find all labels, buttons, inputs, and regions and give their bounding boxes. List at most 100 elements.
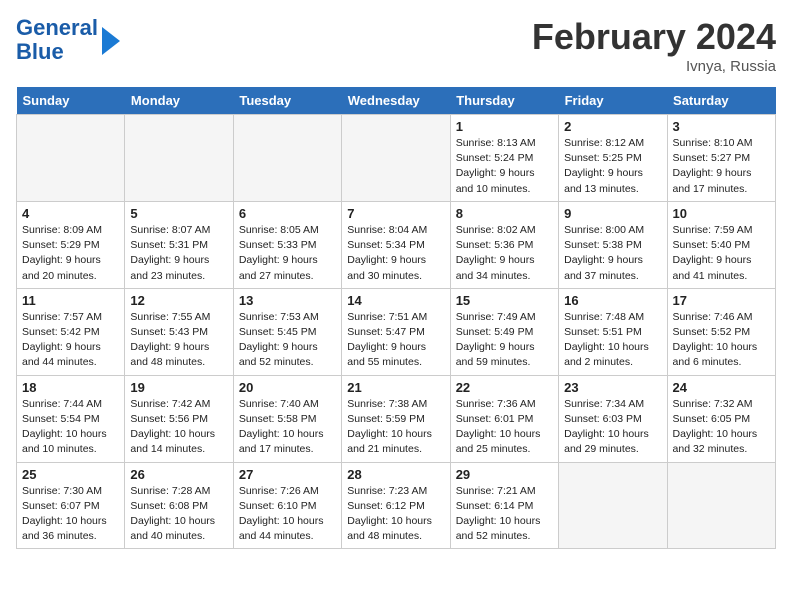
day-info: Sunrise: 7:51 AM Sunset: 5:47 PM Dayligh… <box>347 310 444 371</box>
day-info: Sunrise: 7:32 AM Sunset: 6:05 PM Dayligh… <box>673 397 770 458</box>
day-info: Sunrise: 7:26 AM Sunset: 6:10 PM Dayligh… <box>239 484 336 545</box>
calendar-cell: 5Sunrise: 8:07 AM Sunset: 5:31 PM Daylig… <box>125 201 233 288</box>
calendar-body: 1 Sunrise: 8:13 AM Sunset: 5:24 PM Daylig… <box>17 115 776 549</box>
calendar-cell <box>17 115 125 202</box>
calendar-cell: 20 Sunrise: 7:40 AM Sunset: 5:58 PM Dayli… <box>233 375 341 462</box>
calendar-cell: 9 Sunrise: 8:00 AM Sunset: 5:38 PM Daylig… <box>559 201 667 288</box>
day-info: Sunrise: 7:44 AM Sunset: 5:54 PM Dayligh… <box>22 397 119 458</box>
week-row: 11 Sunrise: 7:57 AM Sunset: 5:42 PM Dayli… <box>17 288 776 375</box>
calendar-cell: 13 Sunrise: 7:53 AM Sunset: 5:45 PM Dayli… <box>233 288 341 375</box>
day-info: Sunrise: 7:46 AM Sunset: 5:52 PM Dayligh… <box>673 310 770 371</box>
day-info: Sunrise: 8:05 AM Sunset: 5:33 PM Dayligh… <box>239 223 336 284</box>
calendar-table: SundayMondayTuesdayWednesdayThursdayFrid… <box>16 87 776 549</box>
week-row: 18 Sunrise: 7:44 AM Sunset: 5:54 PM Dayli… <box>17 375 776 462</box>
day-info: Sunrise: 7:34 AM Sunset: 6:03 PM Dayligh… <box>564 397 661 458</box>
day-number: 10 <box>673 206 770 221</box>
calendar-cell: 14 Sunrise: 7:51 AM Sunset: 5:47 PM Dayli… <box>342 288 450 375</box>
calendar-cell: 4Sunrise: 8:09 AM Sunset: 5:29 PM Daylig… <box>17 201 125 288</box>
calendar-cell: 8 Sunrise: 8:02 AM Sunset: 5:36 PM Daylig… <box>450 201 558 288</box>
header-cell-friday: Friday <box>559 87 667 115</box>
day-info: Sunrise: 7:55 AM Sunset: 5:43 PM Dayligh… <box>130 310 227 371</box>
day-info: Sunrise: 8:10 AM Sunset: 5:27 PM Dayligh… <box>673 136 770 197</box>
day-info: Sunrise: 8:12 AM Sunset: 5:25 PM Dayligh… <box>564 136 661 197</box>
day-number: 1 <box>456 119 553 134</box>
day-info: Sunrise: 7:38 AM Sunset: 5:59 PM Dayligh… <box>347 397 444 458</box>
header-row: SundayMondayTuesdayWednesdayThursdayFrid… <box>17 87 776 115</box>
week-row: 4Sunrise: 8:09 AM Sunset: 5:29 PM Daylig… <box>17 201 776 288</box>
header-cell-sunday: Sunday <box>17 87 125 115</box>
calendar-cell: 10Sunrise: 7:59 AM Sunset: 5:40 PM Dayli… <box>667 201 775 288</box>
day-number: 11 <box>22 293 119 308</box>
day-number: 17 <box>673 293 770 308</box>
day-number: 9 <box>564 206 661 221</box>
day-number: 15 <box>456 293 553 308</box>
title-block: February 2024 Ivnya, Russia <box>532 16 776 75</box>
day-number: 7 <box>347 206 444 221</box>
header-cell-thursday: Thursday <box>450 87 558 115</box>
day-number: 29 <box>456 467 553 482</box>
logo-text: General Blue <box>16 16 98 64</box>
day-info: Sunrise: 7:21 AM Sunset: 6:14 PM Dayligh… <box>456 484 553 545</box>
day-info: Sunrise: 7:53 AM Sunset: 5:45 PM Dayligh… <box>239 310 336 371</box>
day-info: Sunrise: 7:57 AM Sunset: 5:42 PM Dayligh… <box>22 310 119 371</box>
calendar-cell: 12Sunrise: 7:55 AM Sunset: 5:43 PM Dayli… <box>125 288 233 375</box>
logo-arrow-icon <box>102 27 120 55</box>
calendar-cell <box>559 462 667 549</box>
day-number: 5 <box>130 206 227 221</box>
calendar-cell <box>233 115 341 202</box>
day-info: Sunrise: 8:02 AM Sunset: 5:36 PM Dayligh… <box>456 223 553 284</box>
logo: General Blue <box>16 16 120 64</box>
header-cell-tuesday: Tuesday <box>233 87 341 115</box>
day-number: 13 <box>239 293 336 308</box>
header-cell-monday: Monday <box>125 87 233 115</box>
calendar-cell: 3 Sunrise: 8:10 AM Sunset: 5:27 PM Daylig… <box>667 115 775 202</box>
month-title: February 2024 <box>532 16 776 58</box>
calendar-cell: 6 Sunrise: 8:05 AM Sunset: 5:33 PM Daylig… <box>233 201 341 288</box>
day-number: 18 <box>22 380 119 395</box>
calendar-cell: 23 Sunrise: 7:34 AM Sunset: 6:03 PM Dayli… <box>559 375 667 462</box>
calendar-cell: 25 Sunrise: 7:30 AM Sunset: 6:07 PM Dayli… <box>17 462 125 549</box>
day-number: 23 <box>564 380 661 395</box>
calendar-cell: 18 Sunrise: 7:44 AM Sunset: 5:54 PM Dayli… <box>17 375 125 462</box>
header-cell-saturday: Saturday <box>667 87 775 115</box>
calendar-cell: 19 Sunrise: 7:42 AM Sunset: 5:56 PM Dayli… <box>125 375 233 462</box>
calendar-cell: 21 Sunrise: 7:38 AM Sunset: 5:59 PM Dayli… <box>342 375 450 462</box>
day-number: 21 <box>347 380 444 395</box>
day-info: Sunrise: 7:40 AM Sunset: 5:58 PM Dayligh… <box>239 397 336 458</box>
calendar-cell: 2 Sunrise: 8:12 AM Sunset: 5:25 PM Daylig… <box>559 115 667 202</box>
day-number: 3 <box>673 119 770 134</box>
day-info: Sunrise: 8:13 AM Sunset: 5:24 PM Dayligh… <box>456 136 553 197</box>
calendar-cell: 26Sunrise: 7:28 AM Sunset: 6:08 PM Dayli… <box>125 462 233 549</box>
day-info: Sunrise: 7:30 AM Sunset: 6:07 PM Dayligh… <box>22 484 119 545</box>
day-info: Sunrise: 7:49 AM Sunset: 5:49 PM Dayligh… <box>456 310 553 371</box>
day-number: 26 <box>130 467 227 482</box>
logo-line1: General <box>16 15 98 40</box>
day-number: 2 <box>564 119 661 134</box>
day-number: 6 <box>239 206 336 221</box>
calendar-cell: 7Sunrise: 8:04 AM Sunset: 5:34 PM Daylig… <box>342 201 450 288</box>
day-info: Sunrise: 7:36 AM Sunset: 6:01 PM Dayligh… <box>456 397 553 458</box>
calendar-cell: 17 Sunrise: 7:46 AM Sunset: 5:52 PM Dayli… <box>667 288 775 375</box>
calendar-cell: 29 Sunrise: 7:21 AM Sunset: 6:14 PM Dayli… <box>450 462 558 549</box>
day-number: 27 <box>239 467 336 482</box>
week-row: 25 Sunrise: 7:30 AM Sunset: 6:07 PM Dayli… <box>17 462 776 549</box>
calendar-cell <box>342 115 450 202</box>
day-number: 4 <box>22 206 119 221</box>
calendar-cell: 1 Sunrise: 8:13 AM Sunset: 5:24 PM Daylig… <box>450 115 558 202</box>
calendar-cell <box>125 115 233 202</box>
day-number: 14 <box>347 293 444 308</box>
header-cell-wednesday: Wednesday <box>342 87 450 115</box>
logo-line2: Blue <box>16 39 64 64</box>
day-number: 24 <box>673 380 770 395</box>
day-number: 8 <box>456 206 553 221</box>
calendar-cell <box>667 462 775 549</box>
day-number: 20 <box>239 380 336 395</box>
day-info: Sunrise: 7:42 AM Sunset: 5:56 PM Dayligh… <box>130 397 227 458</box>
day-info: Sunrise: 8:00 AM Sunset: 5:38 PM Dayligh… <box>564 223 661 284</box>
calendar-cell: 11 Sunrise: 7:57 AM Sunset: 5:42 PM Dayli… <box>17 288 125 375</box>
day-number: 19 <box>130 380 227 395</box>
page-header: General Blue February 2024 Ivnya, Russia <box>16 16 776 75</box>
day-number: 25 <box>22 467 119 482</box>
day-number: 22 <box>456 380 553 395</box>
day-number: 16 <box>564 293 661 308</box>
